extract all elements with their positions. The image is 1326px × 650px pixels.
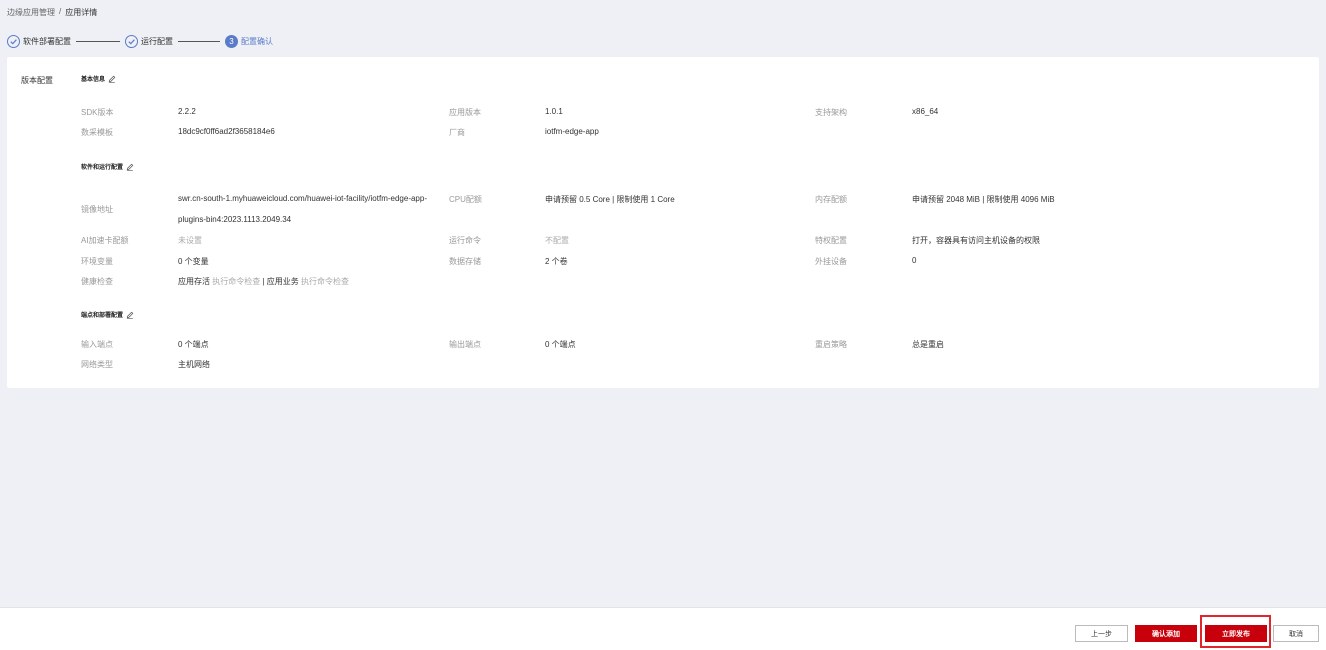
basic-info-title: 基本信息 — [81, 74, 116, 83]
breadcrumb-parent-link[interactable]: 边缘应用管理 — [7, 7, 55, 18]
step-1-label: 软件部署配置 — [23, 36, 71, 46]
input-endpoint-value: 0 个端点 — [178, 340, 209, 349]
health-separator: | — [262, 277, 265, 286]
memory-quota-value: 申请预留 2048 MiB | 限制使用 4096 MiB — [912, 195, 1055, 204]
privilege-value: 打开，容器具有访问主机设备的权限 — [912, 236, 1040, 245]
breadcrumb-current: 应用详情 — [65, 8, 98, 17]
env-vars-label: 环境变量 — [81, 257, 113, 266]
sdk-version-label: SDK版本 — [81, 108, 114, 117]
arch-value: x86_64 — [912, 107, 939, 116]
env-vars-value: 0 个变量 — [178, 257, 209, 266]
cancel-button[interactable]: 取消 — [1273, 625, 1319, 642]
template-value: 18dc9cf0ff6ad2f3658184e6 — [178, 127, 275, 136]
restart-policy-label: 重启策略 — [815, 340, 847, 349]
step-2-label: 运行配置 — [141, 36, 173, 46]
run-command-label: 运行命令 — [449, 236, 481, 245]
step-1-check-icon — [7, 34, 20, 48]
endpoint-config-title: 端点和部署配置 — [81, 310, 134, 319]
liveness-label: 应用存活 — [178, 277, 210, 286]
arch-label: 支持架构 — [815, 108, 847, 117]
prev-step-button[interactable]: 上一步 — [1075, 625, 1128, 642]
step-connector — [76, 40, 120, 42]
device-label: 外挂设备 — [815, 257, 847, 266]
step-3: 3 配置确认 — [225, 34, 273, 48]
edit-icon[interactable] — [126, 311, 134, 319]
output-endpoint-label: 输出端点 — [449, 340, 481, 349]
memory-quota-label: 内存配额 — [815, 195, 847, 204]
confirm-add-button[interactable]: 确认添加 — [1135, 625, 1197, 642]
health-check-value: 应用存活 执行命令检查 | 应用业务 执行命令检查 — [178, 276, 349, 287]
storage-value: 2 个卷 — [545, 257, 568, 266]
cpu-quota-label: CPU配额 — [449, 195, 482, 204]
image-address-label: 镜像地址 — [81, 205, 113, 214]
output-endpoint-value: 0 个端点 — [545, 340, 576, 349]
template-label: 数采模板 — [81, 128, 113, 137]
breadcrumb: 边缘应用管理 / 应用详情 — [7, 7, 97, 18]
image-address-value: swr.cn-south-1.myhuaweicloud.com/huawei-… — [178, 194, 427, 224]
step-3-number: 3 — [225, 34, 238, 48]
step-indicator: 软件部署配置 运行配置 3 配置确认 — [7, 33, 273, 49]
health-check-label: 健康检查 — [81, 277, 113, 286]
edit-icon[interactable] — [126, 163, 134, 171]
step-connector — [178, 40, 220, 42]
device-value: 0 — [912, 256, 917, 265]
cpu-quota-value: 申请预留 0.5 Core | 限制使用 1 Core — [545, 195, 675, 204]
footer-bar: 上一步 确认添加 立即发布 取消 — [0, 607, 1326, 650]
publish-highlight-box — [1200, 615, 1271, 648]
version-config-label: 版本配置 — [21, 76, 53, 85]
step-3-label: 配置确认 — [241, 36, 273, 46]
ai-accel-label: AI加速卡配额 — [81, 236, 129, 245]
endpoint-config-title-text: 端点和部署配置 — [81, 313, 124, 319]
app-version-value: 1.0.1 — [545, 107, 563, 116]
network-type-value: 主机网络 — [178, 360, 210, 369]
run-command-value: 不配置 — [545, 236, 569, 245]
breadcrumb-separator: / — [59, 7, 62, 16]
app-version-label: 应用版本 — [449, 108, 481, 117]
restart-policy-value: 总是重启 — [912, 340, 944, 349]
runtime-config-title-text: 软件和运行配置 — [81, 165, 124, 171]
basic-info-title-text: 基本信息 — [81, 77, 106, 83]
runtime-config-title: 软件和运行配置 — [81, 162, 134, 171]
step-2[interactable]: 运行配置 — [125, 34, 173, 48]
step-1[interactable]: 软件部署配置 — [7, 34, 71, 48]
input-endpoint-label: 输入端点 — [81, 340, 113, 349]
sdk-version-value: 2.2.2 — [178, 107, 196, 116]
liveness-method: 执行命令检查 — [212, 277, 261, 286]
ai-accel-value: 未设置 — [178, 236, 202, 245]
vendor-value: iotfm-edge-app — [545, 127, 599, 136]
privilege-label: 特权配置 — [815, 236, 847, 245]
network-type-label: 网络类型 — [81, 360, 113, 369]
config-summary-card: 版本配置 基本信息 SDK版本 2.2.2 应用版本 1.0.1 支持架构 x8… — [7, 57, 1319, 388]
vendor-label: 厂商 — [449, 128, 465, 137]
step-2-check-icon — [125, 34, 138, 48]
storage-label: 数据存储 — [449, 257, 481, 266]
readiness-method: 执行命令检查 — [301, 277, 350, 286]
readiness-label: 应用业务 — [266, 277, 299, 286]
edit-icon[interactable] — [108, 75, 116, 83]
